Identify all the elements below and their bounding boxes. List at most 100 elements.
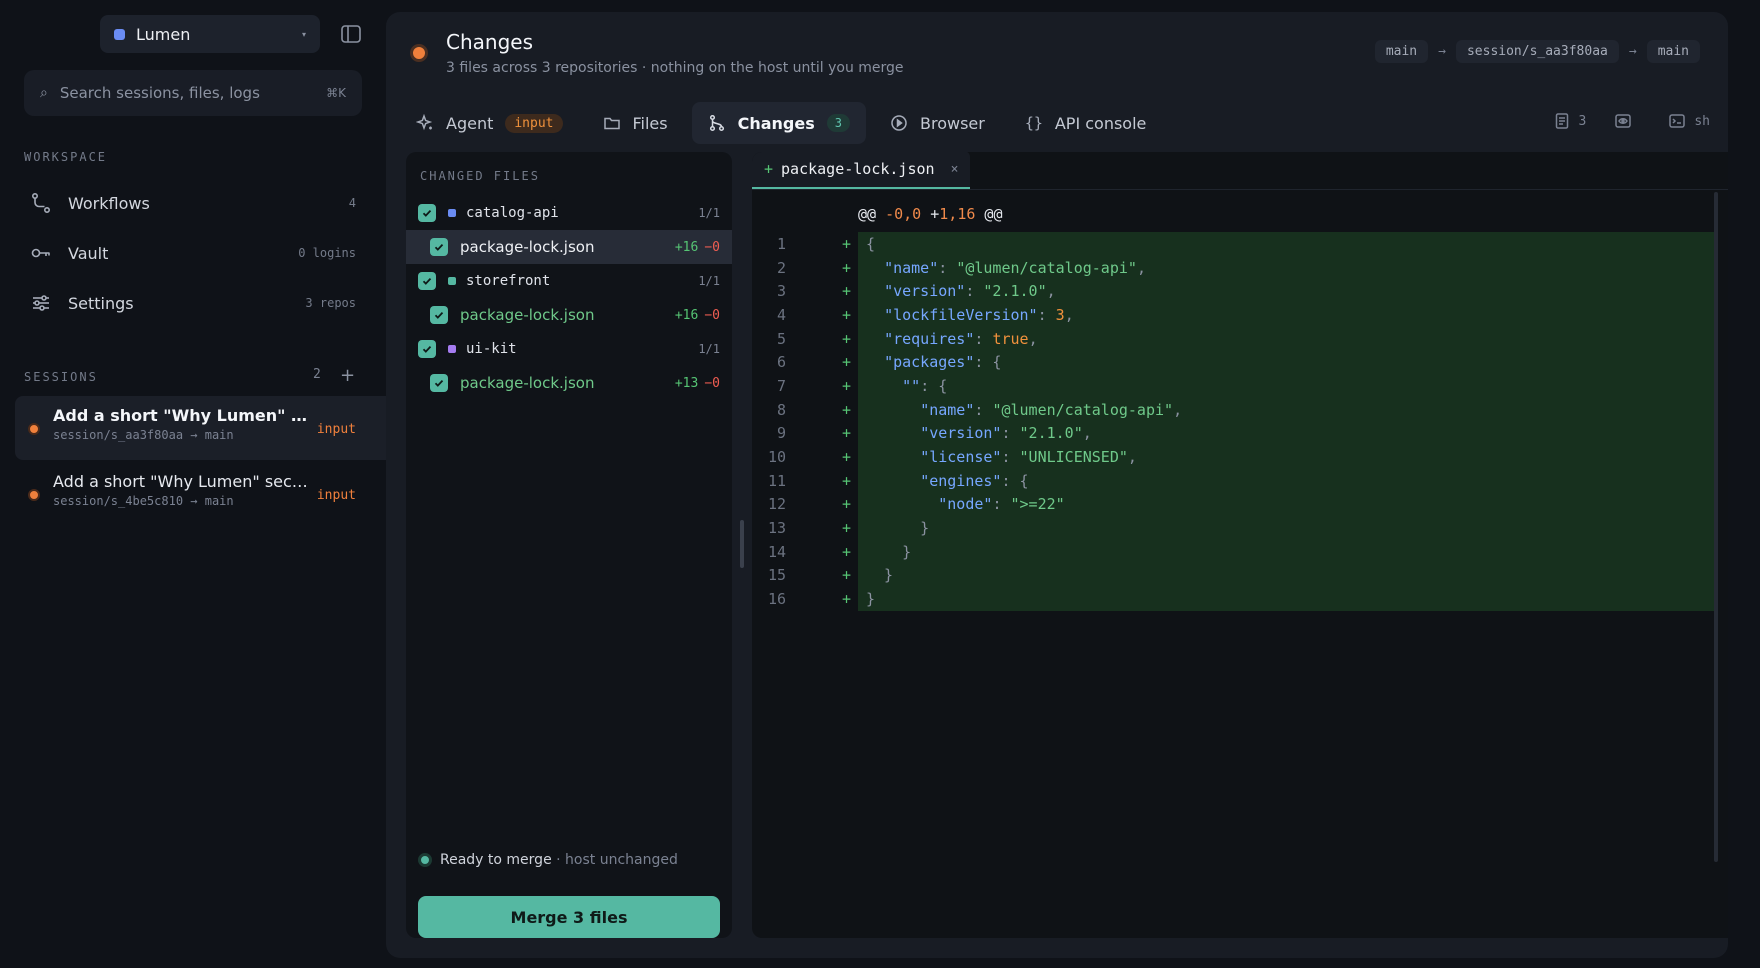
- workspace-name: Lumen: [136, 24, 191, 44]
- terminal-button[interactable]: sh: [1668, 112, 1710, 130]
- line-content: "name": "@lumen/catalog-api",: [858, 255, 1718, 280]
- sidebar-item-count: 0 logins: [298, 246, 356, 260]
- panel-resize-handle[interactable]: [740, 520, 744, 568]
- tab-browser[interactable]: Browser: [874, 102, 1001, 144]
- check-icon: [422, 277, 432, 285]
- file-name: package-lock.json: [460, 374, 595, 392]
- repo-name: catalog-api: [466, 205, 559, 221]
- sparkle-icon: [416, 114, 433, 131]
- tab-files[interactable]: Files: [587, 102, 684, 144]
- sidebar-toggle-icon[interactable]: [338, 22, 364, 46]
- line-content: "license": "UNLICENSED",: [858, 445, 1718, 469]
- search-input[interactable]: [59, 84, 327, 102]
- scrollbar[interactable]: [1714, 192, 1718, 862]
- session-branch-chip: session/s_aa3f80aa: [1455, 40, 1619, 63]
- repo-color-icon: [448, 345, 456, 353]
- repo-checkbox[interactable]: [418, 272, 436, 290]
- session-item[interactable]: Add a short "Why Lumen" section to the R…: [15, 462, 386, 526]
- sidebar-item-count: 3 repos: [305, 296, 356, 310]
- line-number: 5: [776, 329, 786, 348]
- diff-line: 1 + {: [752, 232, 1718, 256]
- line-content: "packages": {: [858, 350, 1718, 375]
- file-row[interactable]: package-lock.json +13 −0: [406, 366, 732, 400]
- diff-line: 6 + "packages": {: [752, 350, 1718, 375]
- line-number: 11: [767, 471, 786, 490]
- file-stats: +16 −0: [675, 308, 720, 323]
- file-row[interactable]: package-lock.json +16 −0: [406, 230, 732, 264]
- tab-agent[interactable]: Agent input: [400, 102, 579, 144]
- repo-color-icon: [448, 209, 456, 217]
- add-session-button[interactable]: +: [340, 365, 355, 386]
- line-content: "version": "2.1.0",: [858, 279, 1718, 304]
- file-stats: +13 −0: [675, 376, 720, 391]
- added-line-marker: +: [841, 305, 851, 324]
- added-line-marker: +: [841, 329, 851, 348]
- sidebar-item-vault[interactable]: Vault 0 logins: [24, 233, 362, 273]
- workspace-switcher[interactable]: Lumen ▾: [100, 15, 320, 53]
- repo-checkbox[interactable]: [418, 204, 436, 222]
- session-item[interactable]: Add a short "Why Lumen" section to the R…: [15, 396, 386, 460]
- diff-viewer: + package-lock.json × @@ -0,0 +1,16 @@ 1…: [752, 152, 1728, 938]
- changed-files-panel: CHANGED FILES catalog-api 1/1 package-lo…: [406, 152, 732, 938]
- file-checkbox[interactable]: [430, 238, 448, 256]
- notes-button[interactable]: 3: [1553, 112, 1586, 130]
- repo-count: 1/1: [698, 274, 720, 288]
- line-number: 8: [776, 400, 786, 419]
- merge-status: Ready to merge · host unchanged: [418, 852, 678, 868]
- diff-tab-label: package-lock.json: [781, 160, 935, 178]
- deletions-count: −0: [704, 239, 720, 255]
- added-line-marker: +: [841, 448, 851, 467]
- search-shortcut: ⌘K: [326, 86, 346, 100]
- branch-path: main → session/s_aa3f80aa → main: [1374, 40, 1700, 63]
- diff-line: 8 + "name": "@lumen/catalog-api",: [752, 397, 1718, 422]
- merge-button[interactable]: Merge 3 files: [418, 896, 720, 938]
- added-line-marker: +: [841, 353, 851, 372]
- deletions-count: −0: [704, 375, 720, 391]
- tab-label: Changes: [737, 113, 815, 133]
- arrow-icon: →: [1628, 44, 1637, 59]
- additions-count: +13: [674, 375, 699, 391]
- hunk-old-range: -0,0: [885, 205, 922, 223]
- line-number: 1: [776, 234, 786, 253]
- line-content: }: [858, 539, 1718, 564]
- tool-label: sh: [1694, 113, 1710, 129]
- repo-row[interactable]: catalog-api 1/1: [406, 196, 732, 230]
- search-box[interactable]: ⌕ ⌘K: [24, 70, 362, 116]
- line-content: {: [858, 232, 1718, 256]
- line-number: 13: [767, 519, 786, 538]
- ready-sub: · host unchanged: [551, 852, 678, 868]
- added-line-marker: +: [841, 519, 851, 538]
- file-checkbox[interactable]: [430, 306, 448, 324]
- sidebar-item-settings[interactable]: Settings 3 repos: [24, 283, 362, 323]
- diff-line: 7 + "": {: [752, 374, 1718, 398]
- target-branch-chip: main: [1646, 40, 1700, 63]
- file-row[interactable]: package-lock.json +16 −0: [406, 298, 732, 332]
- line-content: }: [858, 516, 1718, 540]
- file-checkbox[interactable]: [430, 374, 448, 392]
- session-title: Add a short "Why Lumen" section to the R…: [53, 472, 311, 491]
- diff-file-tab[interactable]: + package-lock.json ×: [752, 152, 971, 189]
- line-content: "lockfileVersion": 3,: [858, 303, 1718, 327]
- preview-button[interactable]: [1614, 112, 1640, 130]
- sidebar-item-label: Workflows: [68, 193, 150, 213]
- repo-row[interactable]: ui-kit 1/1: [406, 332, 732, 366]
- line-number: 4: [776, 305, 786, 324]
- main-panel: Changes 3 files across 3 repositories · …: [386, 12, 1728, 958]
- tab-badge: 3: [826, 114, 850, 132]
- added-line-marker: +: [841, 590, 851, 609]
- repo-row[interactable]: storefront 1/1: [406, 264, 732, 298]
- sliders-icon: [33, 295, 49, 311]
- line-number: 10: [767, 448, 786, 467]
- line-number: 15: [767, 566, 786, 585]
- tab-api-console[interactable]: {} API console: [1009, 102, 1163, 144]
- repo-checkbox[interactable]: [418, 340, 436, 358]
- session-title: Add a short "Why Lumen" section to the R…: [53, 406, 311, 425]
- repo-count: 1/1: [698, 206, 720, 220]
- play-circle-icon: [891, 115, 907, 131]
- diff-line: 3 + "version": "2.1.0",: [752, 279, 1718, 304]
- close-icon[interactable]: ×: [951, 162, 959, 177]
- sidebar-item-workflows[interactable]: Workflows 4: [24, 183, 362, 223]
- line-content: }: [858, 563, 1718, 588]
- repo-name: storefront: [466, 273, 551, 289]
- tab-changes[interactable]: Changes 3: [691, 102, 866, 144]
